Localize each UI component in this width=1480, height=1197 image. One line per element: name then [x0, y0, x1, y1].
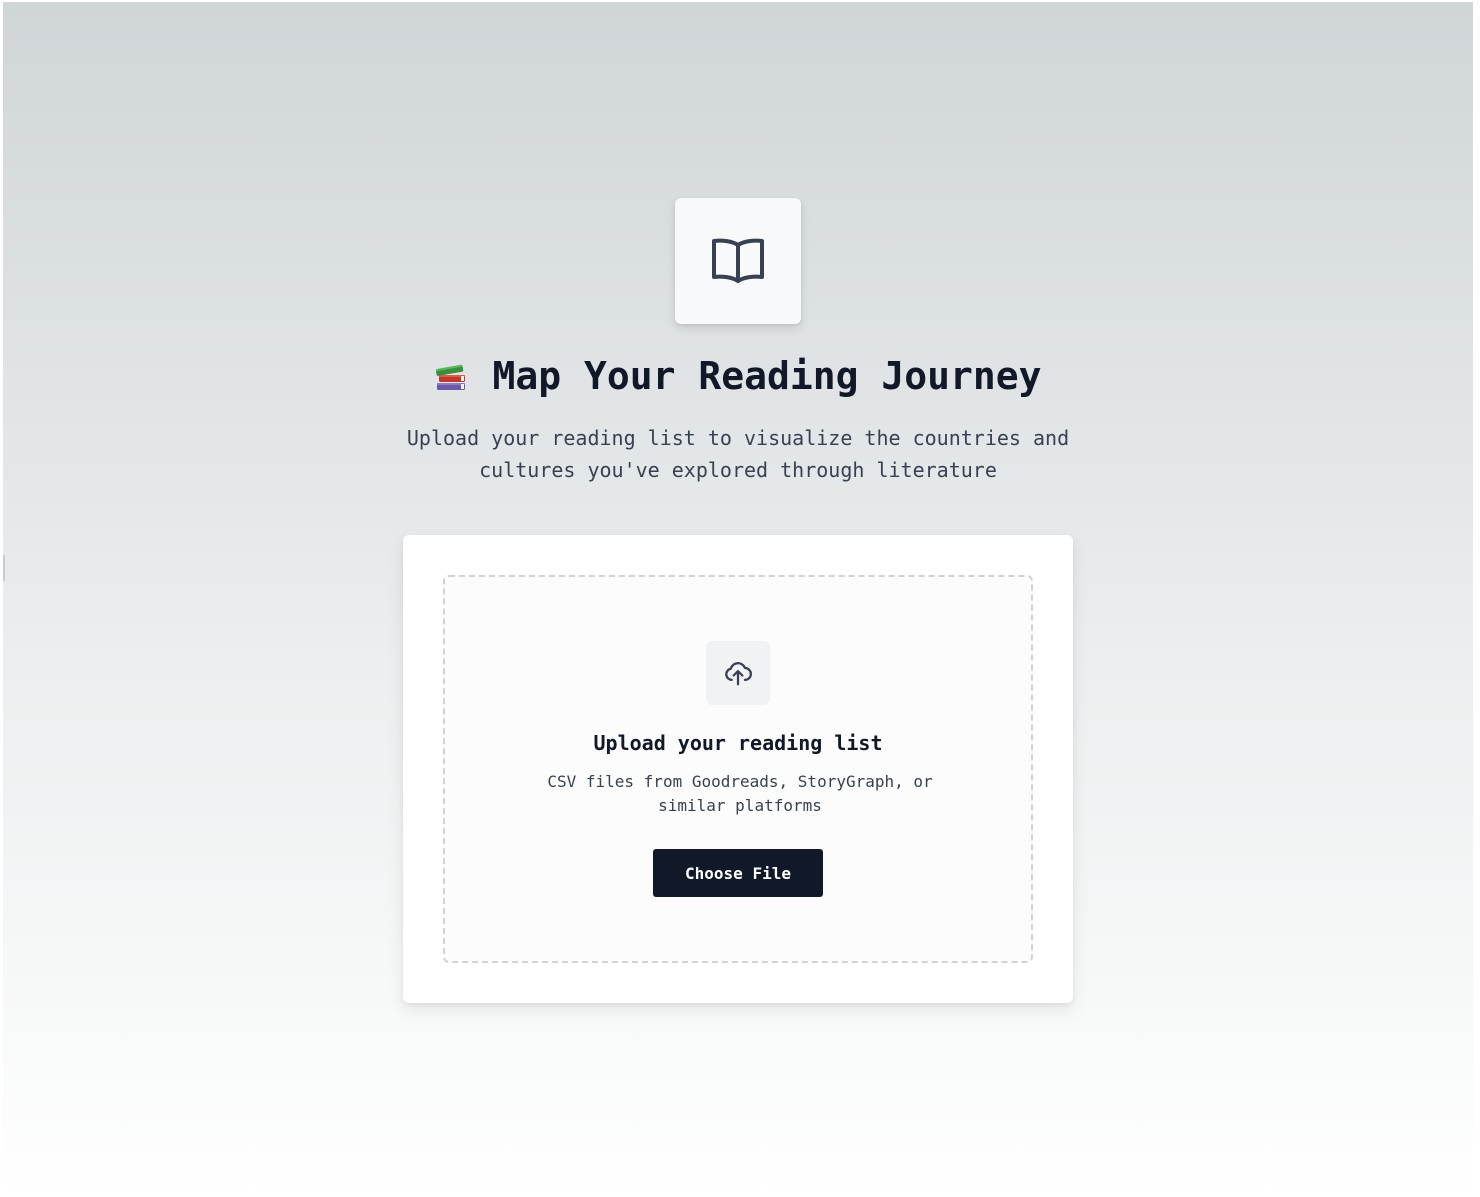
upload-icon-tile: [706, 641, 770, 705]
dropzone-description: CSV files from Goodreads, StoryGraph, or…: [547, 772, 933, 815]
page-subtitle: Upload your reading list to visualize th…: [406, 426, 1070, 482]
choose-file-button[interactable]: Choose File: [653, 849, 823, 897]
page-background: Map Your Reading Journey Upload your rea…: [3, 2, 1473, 1197]
dropzone-heading: Upload your reading list: [593, 731, 883, 755]
open-book-icon: [712, 238, 764, 283]
file-dropzone[interactable]: Upload your reading list CSV files from …: [443, 575, 1033, 963]
books-stack-icon: [434, 358, 470, 394]
logo-tile: [675, 198, 801, 324]
cloud-upload-icon: [725, 662, 752, 686]
page-title: Map Your Reading Journey: [3, 354, 1473, 398]
page-title-text: Map Your Reading Journey: [492, 354, 1042, 398]
upload-card: Upload your reading list CSV files from …: [403, 535, 1073, 1003]
edge-marker: [3, 555, 5, 581]
